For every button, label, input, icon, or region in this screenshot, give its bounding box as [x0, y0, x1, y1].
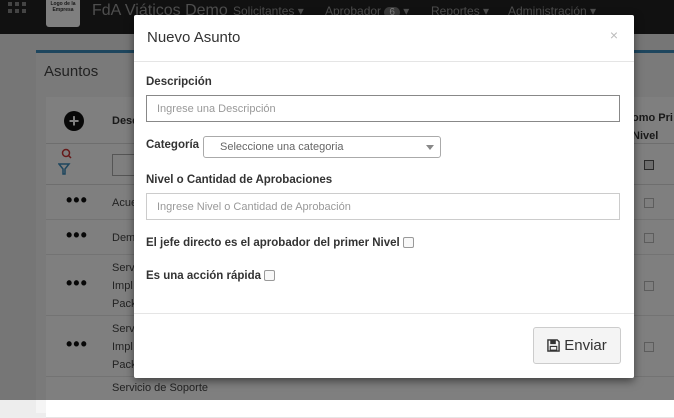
jefe-directo-row: El jefe directo es el aprobador del prim…: [146, 237, 414, 249]
accion-rapida-label: Es una acción rápida: [146, 270, 262, 282]
chevron-down-icon: [426, 145, 434, 150]
categoria-select[interactable]: Seleccione una categoria: [203, 136, 441, 158]
close-icon[interactable]: ×: [610, 27, 618, 43]
nuevo-asunto-modal: Nuevo Asunto × Descripción Categoría Sel…: [134, 15, 634, 378]
descripcion-input[interactable]: [146, 95, 620, 122]
categoria-selected-value: Seleccione una categoria: [220, 141, 344, 153]
modal-title: Nuevo Asunto: [147, 29, 241, 46]
save-icon: [547, 339, 561, 352]
jefe-directo-label: El jefe directo es el aprobador del prim…: [146, 237, 400, 249]
nivel-label: Nivel o Cantidad de Aprobaciones: [146, 174, 333, 186]
modal-footer: Enviar: [134, 313, 634, 379]
accion-rapida-checkbox[interactable]: [264, 270, 276, 282]
enviar-label: Enviar: [564, 337, 607, 354]
jefe-directo-checkbox[interactable]: [402, 237, 414, 249]
modal-header: Nuevo Asunto ×: [134, 15, 634, 62]
accion-rapida-row: Es una acción rápida: [146, 270, 276, 282]
nivel-input[interactable]: [146, 193, 620, 220]
descripcion-label: Descripción: [146, 76, 212, 88]
categoria-label: Categoría: [146, 139, 200, 151]
enviar-button[interactable]: Enviar: [533, 327, 621, 364]
